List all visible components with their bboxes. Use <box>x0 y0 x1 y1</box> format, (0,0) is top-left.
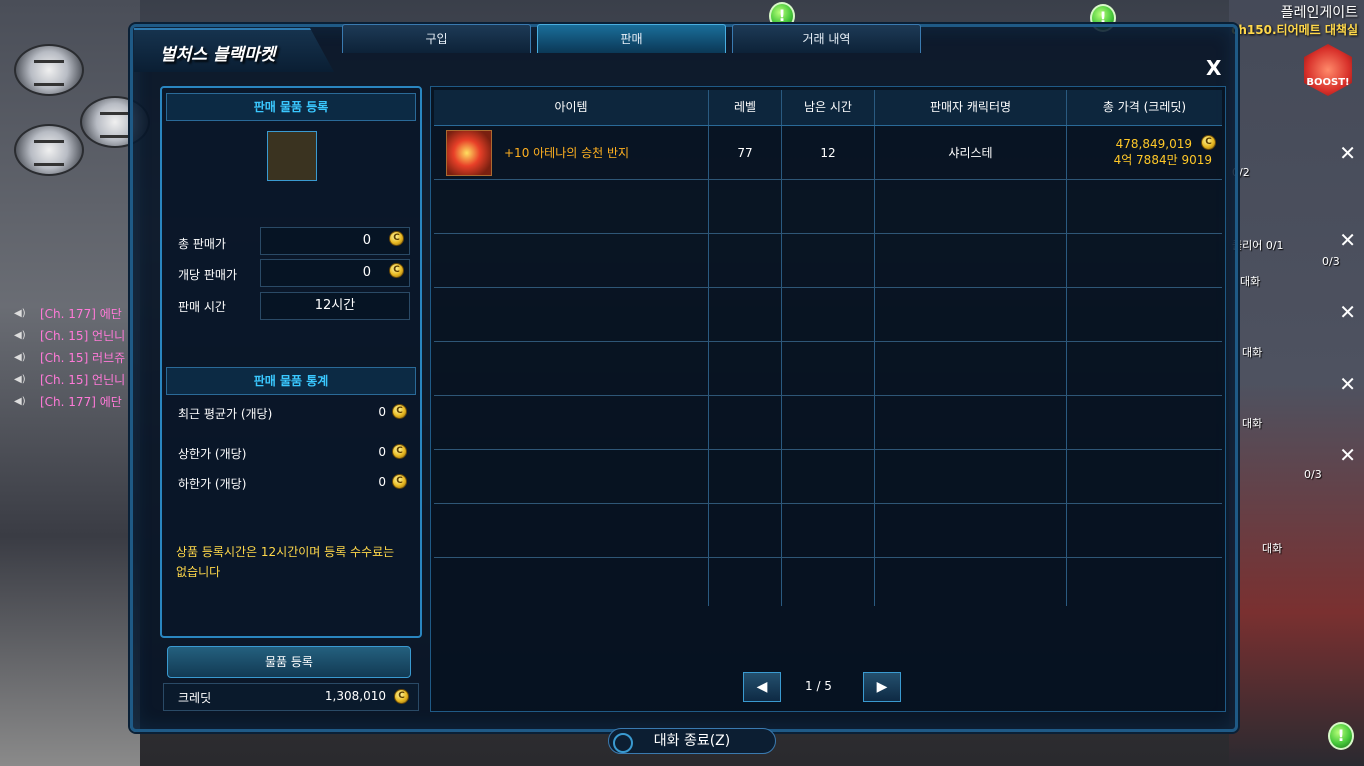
prev-page-button[interactable]: ◀ <box>743 672 781 702</box>
channel-name: ch150.티어메트 대책실 <box>1231 23 1358 37</box>
quest-close-icon[interactable]: ✕ <box>1339 228 1356 252</box>
quest-close-icon[interactable]: ✕ <box>1339 300 1356 324</box>
quest-progress: 클리어 0/1 <box>1232 239 1284 252</box>
chat-line: ◀) [Ch. 15] 언닌니 <box>14 324 125 346</box>
column-header-price[interactable]: 총 가격 (크레딧) <box>1067 90 1222 125</box>
table-row <box>434 396 1222 450</box>
credit-coin-icon: C <box>1201 135 1216 150</box>
duration-select[interactable]: 12시간 <box>260 292 410 320</box>
credit-coin-icon: C <box>392 474 407 489</box>
price-cell: 478,849,019 4억 7884만 9019 C <box>1067 126 1222 179</box>
table-header: 아이템 레벨 남은 시간 판매자 캐릭터명 총 가격 (크레딧) <box>434 90 1222 126</box>
quest-progress: 대화 <box>1242 417 1263 430</box>
speaker-icon: ◀) <box>14 374 26 385</box>
window-title: 벌처스 블랙마켓 <box>160 45 276 65</box>
quest-close-icon[interactable]: ✕ <box>1339 372 1356 396</box>
unit-price-label: 개당 판매가 <box>178 268 238 282</box>
chat-line: ◀) [Ch. 15] 러브쥬 <box>14 346 125 368</box>
quest-progress: 0/3 <box>1304 468 1322 481</box>
upper-limit-value: 0 <box>378 445 386 459</box>
background-orb <box>14 44 84 96</box>
chat-text: [Ch. 15] 언닌니 <box>40 328 126 343</box>
table-row[interactable]: +10 아테나의 승천 반지 77 12 샤리스테 478,849,019 4억… <box>434 126 1222 180</box>
tab-bar: 구입 판매 거래 내역 <box>342 24 921 53</box>
upper-limit-label: 상한가 (개당) <box>178 447 247 461</box>
table-row <box>434 180 1222 234</box>
total-price-label: 총 판매가 <box>178 237 226 251</box>
price-value: 478,849,019 <box>1115 137 1192 151</box>
chat-line: ◀) [Ch. 15] 언닌니 <box>14 368 125 390</box>
table-row <box>434 342 1222 396</box>
speaker-icon: ◀) <box>14 352 26 363</box>
sell-stats-title: 판매 물품 통계 <box>166 367 416 395</box>
chat-text: [Ch. 177] 에단 <box>40 394 122 409</box>
credit-label: 크레딧 <box>178 691 212 705</box>
chat-text: [Ch. 15] 언닌니 <box>40 372 126 387</box>
unit-price-input[interactable]: 0 <box>260 259 410 287</box>
credit-value: 1,308,010 <box>324 689 386 703</box>
column-header-remaining[interactable]: 남은 시간 <box>782 90 875 125</box>
next-page-button[interactable]: ▶ <box>863 672 901 702</box>
chat-log: ◀) [Ch. 177] 에단 ◀) [Ch. 15] 언닌니 ◀) [Ch. 15]… <box>14 302 125 412</box>
server-name: 플레인게이트 <box>1280 5 1358 21</box>
tab-buy[interactable]: 구입 <box>342 24 531 53</box>
page-indicator: 1 / 5 <box>805 679 832 693</box>
credit-coin-icon: C <box>389 263 404 278</box>
speaker-icon: ◀) <box>14 396 26 407</box>
total-price-input[interactable]: 0 <box>260 227 410 255</box>
quest-progress: 대화 <box>1262 542 1283 555</box>
quest-progress: 대화 <box>1240 275 1261 288</box>
chat-text: [Ch. 15] 러브쥬 <box>40 350 126 365</box>
chat-text: [Ch. 177] 에단 <box>40 306 122 321</box>
table-row <box>434 558 1222 606</box>
credit-coin-icon: C <box>392 404 407 419</box>
quest-progress: 대화 <box>1242 346 1263 359</box>
lower-limit-value: 0 <box>378 475 386 489</box>
registration-notice: 상품 등록시간은 12시간이며 등록 수수료는 없습니다 <box>176 545 395 579</box>
item-name: +10 아테나의 승천 반지 <box>504 146 630 160</box>
seller-cell: 샤리스테 <box>875 126 1067 179</box>
speaker-icon: ◀) <box>14 330 26 341</box>
quest-close-icon[interactable]: ✕ <box>1339 443 1356 467</box>
table-row <box>434 450 1222 504</box>
remaining-cell: 12 <box>782 126 875 179</box>
item-cell: +10 아테나의 승천 반지 <box>434 126 709 179</box>
tab-history[interactable]: 거래 내역 <box>732 24 921 53</box>
duration-label: 판매 시간 <box>178 300 226 314</box>
quest-marker-icon[interactable]: ! <box>1328 722 1354 750</box>
chat-line: ◀) [Ch. 177] 에단 <box>14 302 125 324</box>
lower-limit-label: 하한가 (개당) <box>178 477 247 491</box>
credit-coin-icon: C <box>394 689 409 704</box>
listing-table: 아이템 레벨 남은 시간 판매자 캐릭터명 총 가격 (크레딧) +10 아테나… <box>434 90 1222 606</box>
background-orb <box>14 124 84 176</box>
level-cell: 77 <box>709 126 782 179</box>
chat-line: ◀) [Ch. 177] 에단 <box>14 390 125 412</box>
column-header-seller[interactable]: 판매자 캐릭터명 <box>875 90 1067 125</box>
tab-sell[interactable]: 판매 <box>537 24 726 53</box>
register-item-button[interactable]: 물품 등록 <box>167 646 411 678</box>
item-slot[interactable] <box>267 131 317 181</box>
column-header-item[interactable]: 아이템 <box>434 90 709 125</box>
recent-average-label: 최근 평균가 (개당) <box>178 407 273 421</box>
quest-close-icon[interactable]: ✕ <box>1339 141 1356 165</box>
price-korean: 4억 7884만 9019 <box>1113 153 1212 167</box>
credit-coin-icon: C <box>389 231 404 246</box>
table-row <box>434 288 1222 342</box>
recent-average-value: 0 <box>378 405 386 419</box>
sell-register-title: 판매 물품 등록 <box>166 93 416 121</box>
pagination: ◀ 1 / 5 ▶ <box>743 672 903 702</box>
table-row <box>434 504 1222 558</box>
ring-item-icon <box>446 129 492 176</box>
close-icon[interactable]: X <box>1206 56 1221 80</box>
table-row <box>434 234 1222 288</box>
quest-progress: 0/3 <box>1322 255 1340 268</box>
end-dialogue-button[interactable]: 대화 종료(Z) <box>608 728 776 754</box>
credit-coin-icon: C <box>392 444 407 459</box>
speaker-icon: ◀) <box>14 308 26 319</box>
column-header-level[interactable]: 레벨 <box>709 90 782 125</box>
